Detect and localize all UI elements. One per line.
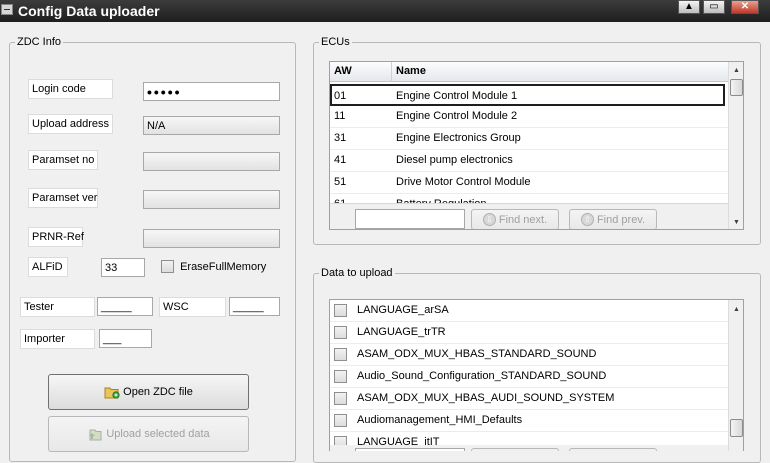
ecus-legend: ECUs — [319, 36, 352, 48]
upload-list-scrollbar[interactable]: ▲ — [728, 300, 743, 451]
erase-full-memory-checkbox[interactable]: EraseFullMemory — [161, 260, 266, 273]
ecu-name: Drive Motor Control Module — [396, 176, 531, 188]
paramset-ver-label: Paramset ver — [28, 188, 98, 208]
upload-address-field[interactable]: N/A — [143, 116, 280, 135]
upload-item-label: ASAM_ODX_MUX_HBAS_AUDI_SOUND_SYSTEM — [357, 392, 615, 404]
scroll-down-icon[interactable]: ▼ — [729, 215, 743, 229]
alfid-field[interactable]: 33 — [101, 258, 145, 277]
checkbox-icon[interactable] — [334, 414, 347, 427]
paramset-no-label: Paramset no — [28, 150, 98, 170]
tester-label: Tester — [20, 297, 95, 317]
checkbox-icon[interactable] — [334, 348, 347, 361]
ecu-search-bar: ⇩ Find next. ⇧ Find prev. — [330, 203, 728, 229]
ecu-aw: 51 — [334, 176, 347, 188]
find-prev-button[interactable]: ⇧ Find prev. — [569, 209, 657, 229]
ecu-name: Engine Electronics Group — [396, 132, 521, 144]
upload-list-item[interactable]: LANGUAGE_trTR — [330, 322, 728, 344]
column-header-name[interactable]: Name — [396, 65, 426, 77]
upload-item-label: ASAM_ODX_MUX_HBAS_STANDARD_SOUND — [357, 348, 597, 360]
ecu-row[interactable]: 11 Engine Control Module 2 — [330, 106, 728, 128]
upload-list-footer — [330, 445, 728, 451]
close-button[interactable]: ✕ — [731, 0, 759, 14]
upload-item-label: Audio_Sound_Configuration_STANDARD_SOUND — [357, 370, 607, 382]
ecu-name: Engine Control Module 2 — [396, 110, 518, 122]
wsc-label: WSC — [159, 297, 226, 317]
data-to-upload-list: LANGUAGE_arSA LANGUAGE_trTR ASAM_ODX_MUX… — [329, 299, 744, 451]
checkbox-icon[interactable] — [334, 392, 347, 405]
ecu-row[interactable]: 01 Engine Control Module 1 — [330, 84, 725, 106]
ecu-row[interactable]: 41 Diesel pump electronics — [330, 150, 728, 172]
find-prev-label: Find prev. — [596, 213, 646, 226]
scroll-up-icon[interactable]: ▲ — [729, 63, 743, 78]
upload-icon — [87, 427, 103, 441]
paramset-no-field[interactable] — [143, 152, 280, 171]
login-code-label: Login code — [28, 79, 113, 99]
folder-open-icon — [104, 385, 120, 399]
login-code-field[interactable]: ••••• — [143, 82, 280, 101]
upload-list-item[interactable]: LANGUAGE_arSA — [330, 300, 728, 322]
importer-field[interactable]: ___ — [99, 329, 152, 348]
system-menu-icon[interactable] — [1, 4, 13, 15]
ecu-aw: 01 — [334, 90, 347, 102]
erase-full-memory-label: EraseFullMemory — [180, 260, 267, 273]
data-to-upload-legend: Data to upload — [319, 267, 395, 279]
upload-selected-data-label: Upload selected data — [106, 428, 210, 440]
scroll-up-icon[interactable]: ▲ — [729, 302, 743, 317]
upload-item-label: Audiomanagement_HMI_Defaults — [357, 414, 523, 426]
tester-field[interactable]: _____ — [97, 297, 153, 316]
minimize-button[interactable]: ▲ — [678, 0, 700, 14]
upload-list-item[interactable]: ASAM_ODX_MUX_HBAS_STANDARD_SOUND — [330, 344, 728, 366]
ecu-row[interactable]: 51 Drive Motor Control Module — [330, 172, 728, 194]
ecu-aw: 31 — [334, 132, 347, 144]
importer-label: Importer — [20, 329, 95, 349]
ecu-aw: 41 — [334, 154, 347, 166]
upload-list-item[interactable]: ASAM_ODX_MUX_HBAS_AUDI_SOUND_SYSTEM — [330, 388, 728, 410]
ecu-search-input[interactable] — [355, 209, 465, 229]
upload-address-label: Upload address — [28, 114, 113, 134]
prnr-ref-label: PRNR-Ref — [28, 227, 84, 247]
scroll-thumb[interactable] — [730, 79, 743, 96]
find-next-button[interactable]: ⇩ Find next. — [471, 209, 559, 229]
title-bar: Config Data uploader ▲ ▭ ✕ — [0, 0, 770, 22]
checkbox-icon[interactable] — [161, 260, 174, 273]
arrow-down-circle-icon: ⇩ — [482, 213, 496, 226]
upload-selected-data-button[interactable]: Upload selected data — [48, 416, 249, 452]
open-zdc-file-button[interactable]: Open ZDC file — [48, 374, 249, 410]
zdc-info-legend: ZDC Info — [15, 36, 64, 48]
alfid-label: ALFiD — [28, 257, 68, 277]
column-header-aw[interactable]: AW — [334, 65, 352, 77]
upload-item-label: LANGUAGE_trTR — [357, 326, 446, 338]
ecus-table-header: AW Name — [330, 62, 728, 82]
upload-item-label: LANGUAGE_arSA — [357, 304, 449, 316]
ecus-table: AW Name 01 Engine Control Module 1 11 En… — [329, 61, 744, 230]
window-title: Config Data uploader — [18, 3, 160, 19]
find-next-label: Find next. — [498, 213, 548, 226]
upload-list-item[interactable]: Audio_Sound_Configuration_STANDARD_SOUND — [330, 366, 728, 388]
arrow-up-circle-icon: ⇧ — [580, 213, 594, 226]
ecus-scrollbar[interactable]: ▲ ▼ — [728, 62, 743, 229]
prnr-ref-field[interactable] — [143, 229, 280, 248]
scroll-thumb[interactable] — [730, 419, 743, 437]
paramset-ver-field[interactable] — [143, 190, 280, 209]
checkbox-icon[interactable] — [334, 304, 347, 317]
checkbox-icon[interactable] — [334, 326, 347, 339]
checkbox-icon[interactable] — [334, 370, 347, 383]
ecu-row[interactable]: 31 Engine Electronics Group — [330, 128, 728, 150]
wsc-field[interactable]: _____ — [229, 297, 280, 316]
upload-list-item[interactable]: Audiomanagement_HMI_Defaults — [330, 410, 728, 432]
ecu-aw: 11 — [334, 110, 346, 122]
ecu-name: Engine Control Module 1 — [396, 90, 518, 102]
open-zdc-file-label: Open ZDC file — [123, 386, 193, 398]
ecu-name: Diesel pump electronics — [396, 154, 513, 166]
maximize-button[interactable]: ▭ — [703, 0, 725, 14]
